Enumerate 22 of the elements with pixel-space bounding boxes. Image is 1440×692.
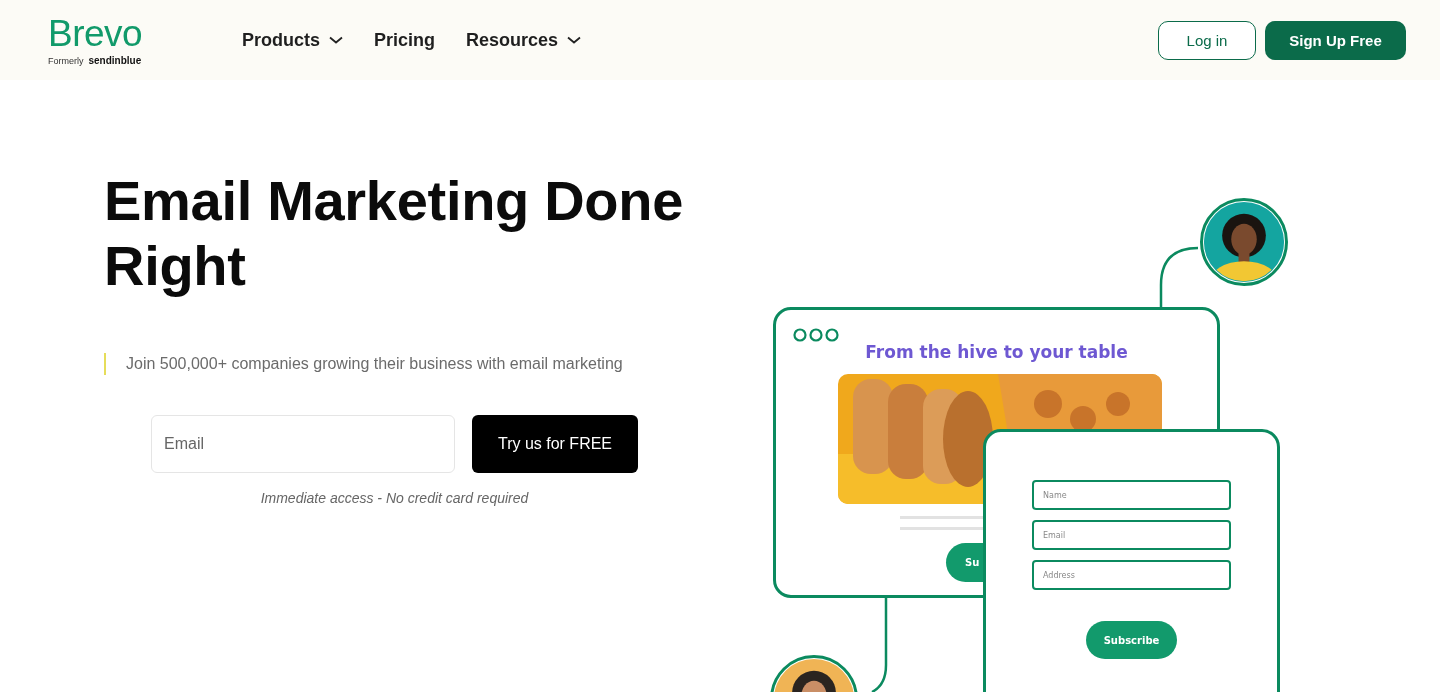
- nav-link[interactable]: Pricing: [374, 29, 436, 51]
- logo-tagline: Formerly: [48, 55, 84, 66]
- newsletter-heading: From the hive to your table: [864, 342, 1129, 362]
- logo-tagline-brand: sendinblue: [88, 54, 142, 66]
- nav-link[interactable]: Resources: [466, 29, 582, 51]
- try-free-button[interactable]: Try us for FREE: [472, 415, 638, 473]
- signup-note: Immediate access - No credit card required: [259, 490, 530, 506]
- hero-subtitle: Join 500,000+ companies growing their business with email marketing: [104, 353, 744, 375]
- input-field[interactable]: Email: [1032, 520, 1231, 550]
- signup-button[interactable]: Sign Up Free: [1265, 20, 1406, 60]
- hero-title: Email Marketing Done Right: [104, 168, 685, 298]
- chevron-down-icon: [567, 36, 582, 44]
- subscribe-button[interactable]: Subscribe: [1086, 621, 1177, 659]
- logo[interactable]: Brevo: [48, 14, 242, 52]
- nav-link[interactable]: Products: [242, 29, 343, 51]
- window-dots-icon: [793, 328, 839, 342]
- login-button[interactable]: Log in: [1158, 20, 1256, 60]
- input-field[interactable]: Name: [1032, 480, 1231, 510]
- subscribe-button[interactable]: Su: [946, 543, 983, 582]
- email-field[interactable]: Email: [151, 415, 455, 473]
- chevron-down-icon: [329, 36, 343, 44]
- input-field[interactable]: Address: [1032, 560, 1231, 590]
